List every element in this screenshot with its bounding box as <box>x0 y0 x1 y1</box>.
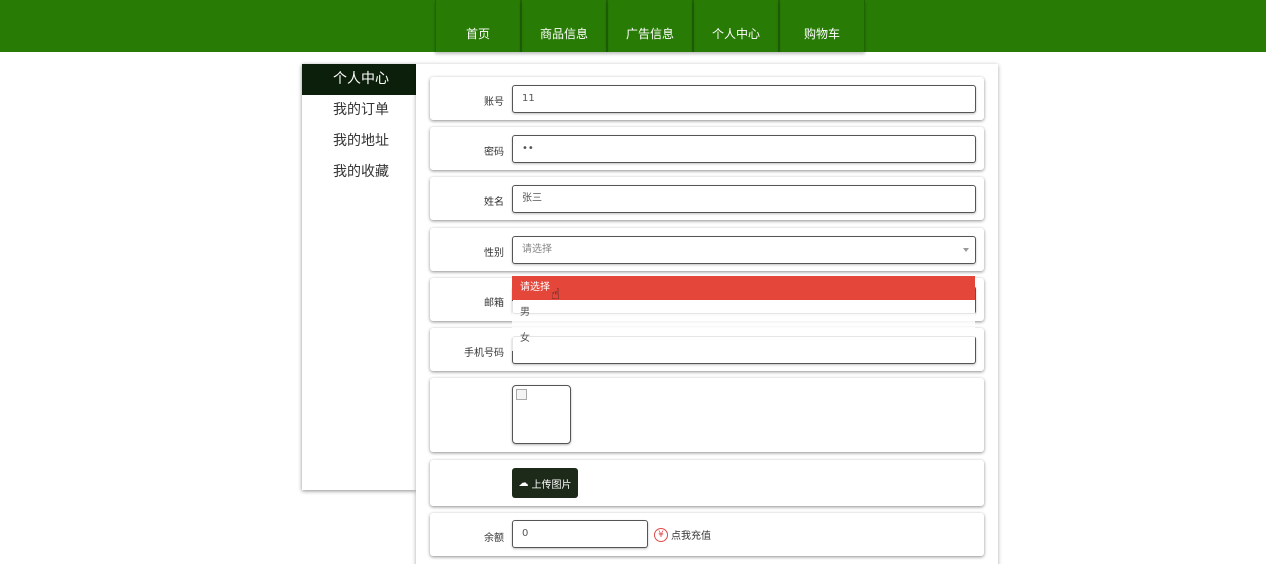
sidebar-item-orders[interactable]: 我的订单 <box>302 95 416 126</box>
nav-products[interactable]: 商品信息 <box>521 0 607 52</box>
phone-label: 手机号码 <box>464 348 504 359</box>
form-row-account: 账号 11 <box>430 77 984 120</box>
recharge-label: 点我充值 <box>671 531 711 542</box>
gender-option-female[interactable]: 女 <box>512 327 975 351</box>
balance-label: 余额 <box>484 533 504 544</box>
nav-profile[interactable]: 个人中心 <box>693 0 779 52</box>
nav-ads[interactable]: 广告信息 <box>607 0 693 52</box>
password-input[interactable]: •• <box>512 135 976 163</box>
pointer-cursor-icon: ☝ <box>551 285 561 303</box>
password-label: 密码 <box>484 147 504 158</box>
account-input[interactable]: 11 <box>512 85 976 113</box>
account-label: 账号 <box>484 97 504 108</box>
form-row-password: 密码 •• <box>430 127 984 170</box>
form-row-name: 姓名 张三 <box>430 177 984 220</box>
balance-input[interactable]: 0 <box>512 520 648 548</box>
gender-label: 性别 <box>484 248 504 259</box>
avatar-image-preview[interactable] <box>512 385 571 444</box>
gender-dropdown-list: 请选择 男 女 <box>512 276 975 358</box>
gender-option-male[interactable]: 男 <box>512 301 975 325</box>
main-nav: 首页 商品信息 广告信息 个人中心 购物车 <box>435 0 865 52</box>
nav-cart[interactable]: 购物车 <box>779 0 865 52</box>
email-label: 邮箱 <box>484 298 504 309</box>
upload-image-button[interactable]: ☁ 上传图片 <box>512 468 578 498</box>
sidebar-item-profile[interactable]: 个人中心 <box>302 64 416 95</box>
sidebar-item-favorites[interactable]: 我的收藏 <box>302 157 416 188</box>
nav-home[interactable]: 首页 <box>435 0 521 52</box>
name-label: 姓名 <box>484 197 504 208</box>
form-row-gender: 性别 请选择 <box>430 228 984 271</box>
upload-button-label: 上传图片 <box>531 479 572 491</box>
gender-select[interactable]: 请选择 <box>512 236 976 264</box>
cloud-upload-icon: ☁ <box>518 477 529 489</box>
form-row-upload: ☁ 上传图片 <box>430 460 984 506</box>
form-row-balance: 余额 0 ¥ 点我充值 <box>430 513 984 556</box>
yen-icon: ¥ <box>654 527 668 542</box>
broken-image-icon <box>516 389 527 400</box>
sidebar: 个人中心 我的订单 我的地址 我的收藏 <box>302 64 416 490</box>
form-row-avatar <box>430 378 984 452</box>
sidebar-item-addresses[interactable]: 我的地址 <box>302 126 416 157</box>
gender-select-value: 请选择 <box>522 244 552 255</box>
chevron-down-icon <box>963 248 969 252</box>
gender-option-placeholder[interactable]: 请选择 <box>512 276 975 300</box>
name-input[interactable]: 张三 <box>512 185 976 213</box>
recharge-link[interactable]: ¥ 点我充值 <box>654 527 711 542</box>
